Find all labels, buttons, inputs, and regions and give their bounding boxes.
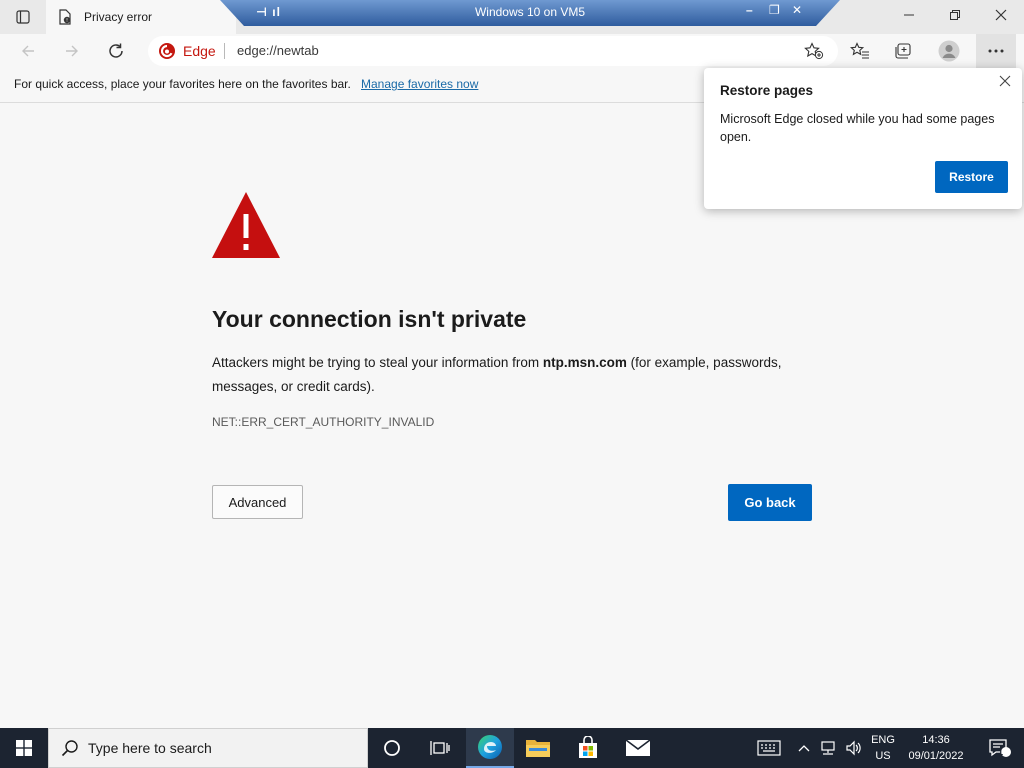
error-host: ntp.msn.com — [542, 355, 627, 370]
tab-actions-button[interactable] — [0, 0, 46, 34]
settings-more-button[interactable] — [976, 34, 1016, 68]
vm-restore-icon[interactable]: ❐ — [769, 3, 780, 17]
refresh-button[interactable] — [96, 34, 136, 68]
error-code: NET::ERR_CERT_AUTHORITY_INVALID — [212, 415, 435, 429]
add-favorite-button[interactable] — [804, 42, 824, 65]
address-separator — [224, 43, 225, 59]
search-icon — [61, 740, 78, 757]
tab-privacy-error[interactable]: ! Privacy error — [46, 0, 236, 34]
language-line1: ENG — [871, 734, 895, 746]
collections-icon — [895, 43, 911, 59]
edge-brand-label: Edge — [183, 43, 216, 59]
advanced-button[interactable]: Advanced — [212, 485, 303, 519]
network-icon — [821, 741, 835, 755]
language-line2: US — [875, 750, 891, 762]
arrow-left-icon — [22, 45, 34, 57]
restore-button[interactable] — [932, 0, 978, 30]
star-add-icon — [804, 42, 824, 60]
error-description: Attackers might be trying to steal your … — [212, 351, 822, 399]
mail-icon — [625, 739, 651, 756]
notification-count: 1 — [998, 747, 1004, 757]
minimize-icon — [904, 14, 914, 16]
action-center-button[interactable]: 1 — [976, 728, 1024, 768]
back-button[interactable] — [8, 34, 48, 68]
vm-close-icon[interactable]: ✕ — [792, 3, 802, 17]
error-desc-prefix: Attackers might be trying to steal your … — [212, 355, 543, 370]
search-placeholder: Type here to search — [88, 740, 212, 756]
collections-button[interactable] — [882, 34, 926, 68]
go-back-button[interactable]: Go back — [728, 484, 812, 521]
document-warning-icon: ! — [56, 8, 74, 26]
taskbar: Type here to search ENG US 14:36 09/01/2… — [0, 728, 1024, 768]
taskbar-search-box[interactable]: Type here to search — [48, 728, 368, 768]
title-bar: ! Privacy error ⊣ ıl Windows 10 on VM5 –… — [0, 0, 1024, 34]
warning-triangle-icon — [210, 190, 282, 265]
address-bar[interactable]: Edge edge://newtab — [148, 36, 838, 66]
close-button[interactable] — [978, 0, 1024, 30]
svg-text:!: ! — [66, 18, 68, 24]
edge-icon — [478, 735, 502, 759]
close-icon — [995, 9, 1007, 21]
cortana-button[interactable] — [368, 728, 416, 768]
store-bag-icon — [579, 736, 597, 758]
task-view-icon — [430, 741, 450, 755]
refresh-icon — [109, 43, 123, 58]
windows-logo-icon — [16, 740, 32, 756]
tab-actions-icon — [16, 10, 30, 24]
manage-favorites-link[interactable]: Manage favorites now — [361, 77, 478, 91]
popup-close-button[interactable] — [998, 74, 1014, 90]
cortana-circle-icon — [384, 740, 400, 756]
tab-title: Privacy error — [84, 10, 153, 24]
task-view-button[interactable] — [416, 728, 464, 768]
edge-warning-icon — [159, 43, 175, 59]
close-icon — [999, 75, 1011, 87]
taskbar-store-button[interactable] — [564, 728, 612, 768]
restore-popup-text: Microsoft Edge closed while you had some… — [720, 112, 995, 144]
restore-icon — [950, 10, 960, 20]
avatar-icon — [938, 40, 960, 62]
forward-button[interactable] — [52, 34, 92, 68]
restore-popup-title: Restore pages — [720, 83, 814, 98]
favorites-list-icon — [850, 42, 869, 59]
restore-button[interactable]: Restore — [935, 161, 1008, 193]
clock-date: 09/01/2022 — [908, 750, 964, 762]
taskbar-file-explorer-button[interactable] — [514, 728, 562, 768]
taskbar-mail-button[interactable] — [614, 728, 662, 768]
keyboard-icon — [757, 740, 781, 756]
favorites-bar-message: For quick access, place your favorites h… — [14, 77, 351, 91]
arrow-right-icon — [66, 45, 78, 57]
taskbar-edge-button[interactable] — [466, 728, 514, 768]
clock-time: 14:36 — [922, 734, 950, 746]
navigation-bar: Edge edge://newtab — [0, 34, 1024, 68]
vm-connection-bar: ⊣ ıl Windows 10 on VM5 – ❐ ✕ — [220, 0, 840, 26]
chevron-up-icon — [798, 745, 810, 752]
minimize-button[interactable] — [886, 0, 932, 30]
language-indicator[interactable]: ENG US — [866, 733, 900, 763]
vm-minimize-icon[interactable]: – — [746, 3, 753, 17]
more-dots-icon — [988, 49, 1004, 53]
favorites-button[interactable] — [838, 34, 882, 68]
restore-pages-popup: Restore pages Microsoft Edge closed whil… — [704, 68, 1022, 209]
edge-badge: Edge — [158, 42, 216, 60]
folder-icon — [526, 740, 550, 757]
error-title: Your connection isn't private — [212, 306, 527, 332]
profile-button[interactable] — [927, 34, 971, 68]
start-button[interactable] — [0, 728, 48, 768]
volume-icon — [846, 740, 861, 756]
address-url[interactable]: edge://newtab — [237, 43, 319, 58]
clock[interactable]: 14:36 09/01/2022 — [902, 733, 970, 763]
